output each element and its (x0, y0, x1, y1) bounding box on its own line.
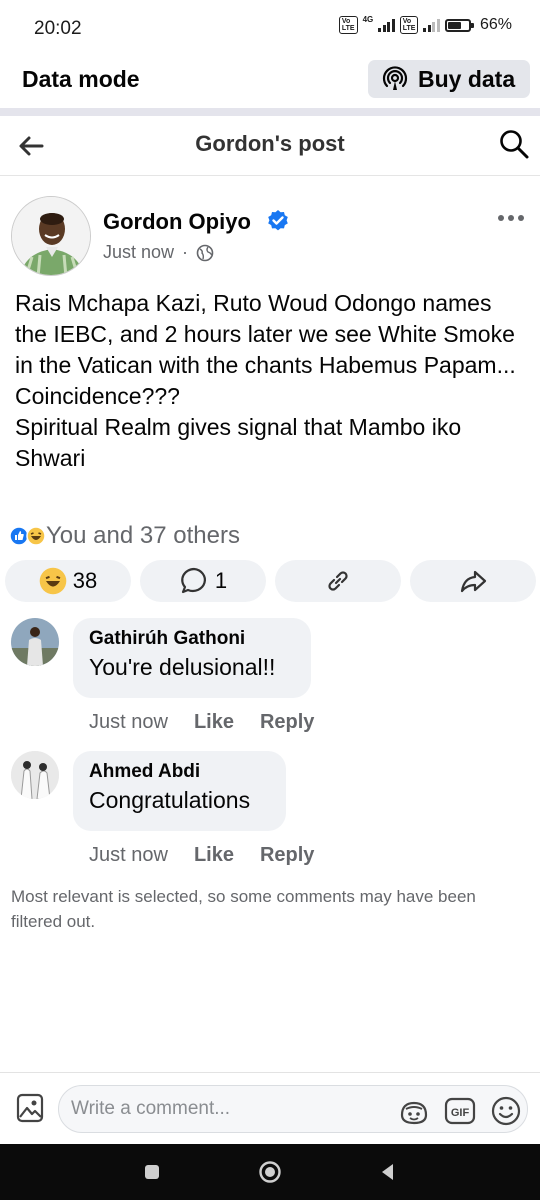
avatar-sticker-icon (400, 1101, 428, 1125)
volte-sim2-icon: Vo LTE (399, 16, 419, 34)
buy-data-button[interactable]: Buy data (368, 60, 530, 98)
gif-button[interactable]: GIF (444, 1095, 476, 1127)
more-options-icon[interactable] (496, 206, 526, 230)
post-header-bar: Gordon's post (0, 116, 540, 176)
comment-icon (181, 567, 206, 594)
comment-like-button[interactable]: Like (194, 711, 234, 734)
status-icons: Vo LTE 4G Vo LTE 66% (338, 14, 512, 34)
data-mode-title: Data mode (22, 66, 140, 92)
reaction-icons (9, 526, 46, 546)
commenter-avatar[interactable] (11, 751, 59, 799)
comment-text: You're delusional!! (89, 654, 276, 680)
post-body-text: Rais Mchapa Kazi, Ruto Woud Odongo names… (15, 290, 516, 471)
gif-icon: GIF (444, 1097, 476, 1125)
comment-time: Just now (89, 711, 168, 733)
comment-composer: GIF (0, 1072, 540, 1144)
comment-count: 1 (214, 568, 228, 593)
commenter-photo-icon (11, 751, 59, 799)
home-icon[interactable] (258, 1160, 282, 1184)
post-text: Rais Mchapa Kazi, Ruto Woud Odongo names… (15, 288, 525, 474)
meta-separator: · (182, 242, 189, 262)
post-time[interactable]: Just now (103, 242, 174, 263)
search-icon[interactable] (498, 128, 530, 160)
post-author-row: Gordon Opiyo Just now · (0, 196, 540, 276)
comments-filter-note: Most relevant is selected, so some comme… (11, 887, 476, 931)
globe-icon (196, 244, 214, 261)
comment-reply-button[interactable]: Reply (260, 711, 314, 734)
reactions-count-text: You and 37 others (46, 522, 240, 549)
reaction-count: 38 (72, 568, 98, 593)
post-author-name[interactable]: Gordon Opiyo (103, 209, 251, 235)
comment-text: Congratulations (89, 787, 251, 813)
comment-reply-button[interactable]: Reply (260, 844, 314, 867)
share-icon (460, 570, 487, 593)
reactions-summary[interactable]: You and 37 others (9, 522, 240, 550)
comment-like-button[interactable]: Like (194, 844, 234, 867)
avatar-sticker-button[interactable] (398, 1095, 430, 1127)
back-nav-icon[interactable] (376, 1160, 400, 1184)
comment-bubble[interactable]: Gathirúh Gathoni You're delusional!! (73, 618, 311, 698)
divider-band (0, 108, 540, 116)
gif-label: GIF (451, 1107, 470, 1119)
commenter-photo-icon (11, 618, 59, 666)
photo-icon[interactable] (16, 1093, 44, 1123)
status-time: 20:02 (34, 18, 82, 39)
author-photo-icon (12, 197, 90, 275)
reaction-button[interactable]: 38 (5, 560, 131, 602)
battery-icon (444, 18, 474, 32)
recents-icon[interactable] (140, 1160, 164, 1184)
data-mode-bar: Data mode Buy data (0, 58, 540, 108)
signal-sim2-icon (423, 18, 440, 32)
broadcast-icon (382, 66, 408, 90)
battery-percent: 66% (479, 16, 512, 33)
post-actions: 38 1 (0, 560, 540, 602)
volte-sim1-icon: Vo LTE (338, 16, 358, 34)
haha-icon (39, 567, 67, 595)
share-button[interactable] (410, 560, 536, 602)
battery-level (447, 21, 462, 29)
buy-data-label: Buy data (418, 65, 516, 92)
page-title: Gordon's post (195, 131, 345, 156)
copy-link-button[interactable] (275, 560, 401, 602)
post-meta: Just now · (103, 242, 214, 263)
comment-button[interactable]: 1 (140, 560, 266, 602)
link-icon (328, 571, 348, 591)
verified-badge-icon (268, 210, 288, 231)
commenter-name[interactable]: Ahmed Abdi (89, 761, 270, 783)
network-type: 4G (362, 14, 374, 24)
emoji-icon (491, 1096, 521, 1126)
comment-actions: Just now Like Reply (89, 844, 314, 867)
system-navigation-bar (0, 1144, 540, 1200)
haha-icon (26, 526, 46, 546)
comment-actions: Just now Like Reply (89, 711, 314, 734)
signal-sim1-icon (378, 18, 395, 32)
author-avatar[interactable] (11, 196, 91, 276)
composer-tools: GIF (398, 1095, 522, 1127)
commenter-avatar[interactable] (11, 618, 59, 666)
commenter-name[interactable]: Gathirúh Gathoni (89, 628, 295, 650)
comment-bubble[interactable]: Ahmed Abdi Congratulations (73, 751, 286, 831)
comment-time: Just now (89, 844, 168, 866)
emoji-button[interactable] (490, 1095, 522, 1127)
status-bar: 20:02 Vo LTE 4G Vo LTE 66% (0, 0, 540, 58)
